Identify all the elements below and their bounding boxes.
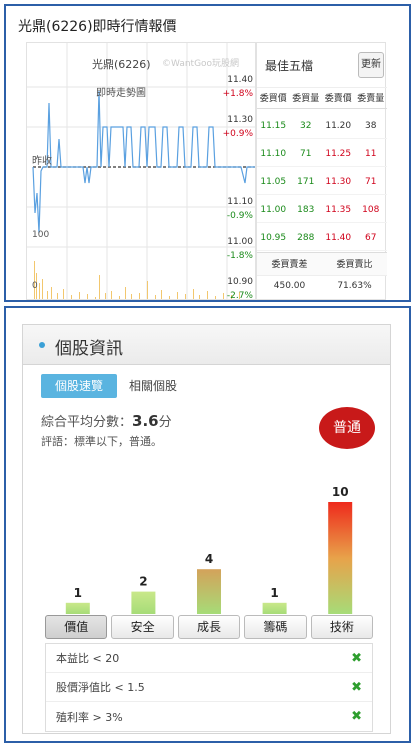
tick-pct: +0.9% — [222, 129, 253, 139]
category-growth[interactable]: 成長 — [177, 615, 241, 639]
bid-price: 10.95 — [260, 232, 287, 243]
ask-price: 11.35 — [325, 204, 352, 215]
score-bar — [262, 602, 287, 614]
tick-price: 11.00 — [227, 237, 253, 247]
orderbook-row: 11.05 171 11.30 71 — [257, 169, 387, 195]
category-safety[interactable]: 安全 — [111, 615, 174, 639]
ask-qty: 108 — [362, 204, 380, 215]
chart-subtitle: 即時走勢圖 — [96, 88, 146, 99]
score-bar-label: 4 — [205, 552, 213, 566]
category-chips[interactable]: 籌碼 — [244, 615, 307, 639]
stock-info-panel: 個股資訊 個股速覽 相關個股 綜合平均分數：3.6分 評語：標準以下，普通。 普… — [22, 324, 391, 734]
tick-pct: -1.8% — [226, 251, 253, 261]
tick-price: 11.10 — [227, 197, 253, 207]
bid-ask-diff-label: 委買賣差 — [271, 260, 308, 270]
orderbook-row: 10.95 288 11.40 67 — [257, 225, 387, 251]
cross-icon: ✖ — [351, 650, 362, 666]
criteria-text: 殖利率 > 3% — [56, 710, 123, 724]
orderbook-row: 11.15 32 11.20 38 — [257, 113, 387, 139]
bid-qty: 71 — [300, 148, 312, 159]
category-value[interactable]: 價值 — [45, 615, 108, 639]
score-bar — [65, 602, 90, 614]
tick-pct: -2.7% — [226, 291, 253, 300]
ask-qty: 38 — [365, 120, 377, 131]
bid-qty: 288 — [297, 232, 315, 243]
panel-header: 個股資訊 — [23, 325, 390, 365]
score-bar — [197, 569, 221, 614]
bid-ask-ratio-label: 委買賣比 — [336, 260, 373, 270]
bid-ask-ratio-value: 71.63% — [337, 281, 372, 291]
score-comment: 評語：標準以下，普通。 — [41, 435, 162, 448]
cross-icon: ✖ — [351, 709, 362, 724]
volume-zero-label: 0 — [32, 281, 38, 291]
tick-price: 11.40 — [227, 75, 253, 85]
volume-bars — [34, 261, 240, 299]
orderbook-footer-header: 委買賣差 委買賣比 — [257, 252, 387, 276]
bid-price: 11.05 — [260, 176, 287, 187]
refresh-button[interactable]: 更新 — [358, 52, 384, 78]
criteria-text: 本益比 < 20 — [56, 652, 120, 665]
bid-qty: 183 — [297, 204, 315, 215]
tick-price: 11.30 — [227, 115, 253, 125]
rating-badge: 普通 — [319, 407, 375, 449]
score-bar-chart: 1 2 4 1 10 — [65, 485, 353, 614]
score-label: 綜合平均分數： — [41, 415, 133, 430]
prev-close-label: 昨收 — [32, 156, 52, 167]
score-bar — [328, 502, 353, 614]
orderbook-title: 最佳五檔 — [265, 59, 314, 73]
quote-title: 光鼎(6226)即時行情報價 — [18, 19, 177, 35]
bid-price: 11.15 — [260, 120, 287, 131]
header-bid-qty: 委買量 — [292, 94, 320, 104]
average-score: 綜合平均分數：3.6分 — [41, 411, 172, 430]
score-bar-label: 1 — [74, 586, 82, 600]
score-unit: 分 — [158, 415, 172, 430]
bid-qty: 32 — [300, 120, 312, 131]
orderbook-row: 11.00 183 11.35 108 — [257, 197, 387, 223]
tab-stock-overview[interactable]: 個股速覽 — [41, 374, 117, 398]
orderbook-panel: 最佳五檔 更新 委買價 委買量 委賣價 委賣量 11.15 32 11.20 3… — [256, 42, 387, 300]
ask-qty: 11 — [365, 148, 377, 159]
cross-icon: ✖ — [351, 679, 362, 695]
bid-price: 11.00 — [260, 204, 287, 215]
chart-stock-name: 光鼎(6226) — [92, 58, 151, 71]
orderbook-row: 11.10 71 11.25 11 — [257, 141, 387, 167]
tick-pct: +1.8% — [222, 89, 253, 99]
score-value: 3.6 — [132, 412, 159, 430]
bid-qty: 171 — [297, 176, 315, 187]
header-bid-price: 委買價 — [259, 94, 287, 104]
orderbook-footer-values: 450.00 71.63% — [257, 281, 387, 291]
ask-price: 11.20 — [325, 120, 352, 131]
ask-price: 11.40 — [325, 232, 352, 243]
header-ask-qty: 委賣量 — [357, 94, 385, 104]
category-technical[interactable]: 技術 — [310, 615, 374, 639]
category-tabs: 價值 安全 成長 籌碼 技術 — [45, 615, 374, 639]
chart-watermark: ©WantGoo玩股網 — [162, 59, 240, 69]
ask-qty: 71 — [365, 176, 377, 187]
score-bar-label: 1 — [270, 586, 278, 600]
bullet-icon — [39, 342, 45, 348]
ask-price: 11.30 — [325, 176, 352, 187]
bid-price: 11.10 — [260, 148, 287, 159]
criteria-list: 本益比 < 20 ✖ 股價淨值比 < 1.5 ✖ 殖利率 > 3% ✖ — [45, 643, 373, 732]
orderbook-header: 委買價 委買量 委賣價 委賣量 — [257, 87, 387, 109]
score-bar-label: 10 — [332, 485, 349, 499]
tick-price: 10.90 — [227, 277, 253, 287]
criteria-text: 股價淨值比 < 1.5 — [56, 681, 145, 694]
score-bar-label: 2 — [139, 575, 147, 589]
volume-axis-label: 100 — [32, 230, 50, 240]
criteria-row: 本益比 < 20 ✖ — [46, 644, 372, 673]
panel-title: 個股資訊 — [55, 339, 123, 359]
intraday-chart: 11.40 +1.8% 11.30 +0.9% 11.10 -0.9% 11.0… — [26, 42, 256, 300]
ask-price: 11.25 — [325, 148, 352, 159]
ask-qty: 67 — [365, 232, 377, 243]
tick-pct: -0.9% — [226, 211, 253, 221]
header-ask-price: 委賣價 — [324, 94, 352, 104]
bid-ask-diff-value: 450.00 — [273, 281, 306, 291]
score-bar — [131, 591, 156, 614]
tab-related-stocks[interactable]: 相關個股 — [129, 374, 209, 398]
criteria-row: 股價淨值比 < 1.5 ✖ — [46, 673, 372, 702]
criteria-row: 殖利率 > 3% ✖ — [46, 702, 372, 731]
